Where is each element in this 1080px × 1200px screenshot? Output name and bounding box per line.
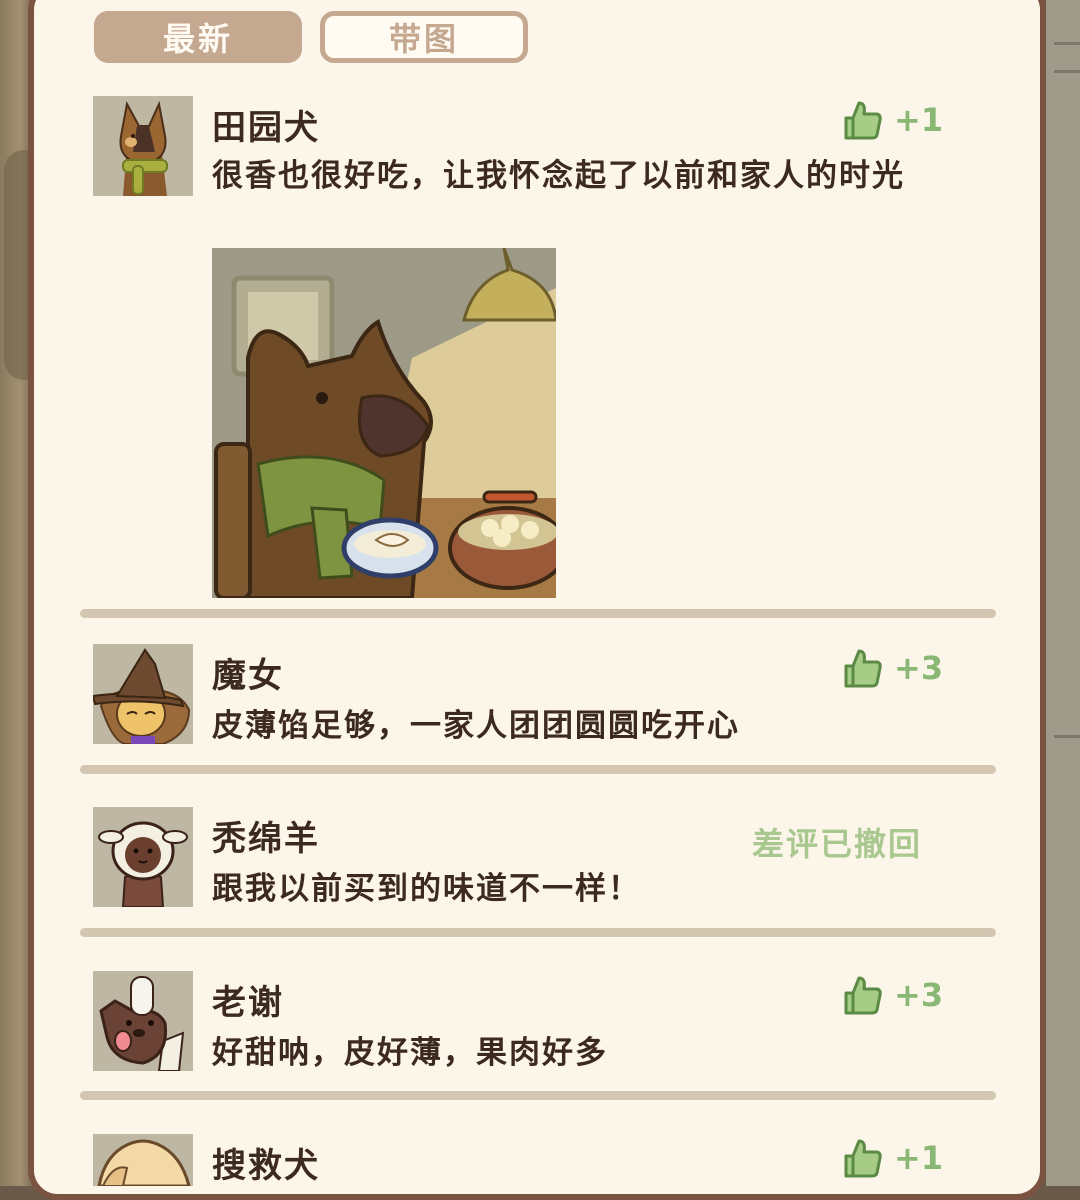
avatar-farm-dog[interactable] (93, 96, 193, 196)
reviewer-name: 搜救犬 (212, 1146, 320, 1186)
background-right (1046, 0, 1080, 1186)
avatar-chef-dog[interactable] (93, 971, 193, 1071)
tab-with-image[interactable]: 带图 (320, 11, 528, 63)
avatar-witch[interactable] (93, 644, 193, 744)
thumbs-up-icon (844, 101, 882, 140)
review-text: 很香也很好吃，让我怀念起了以前和家人的时光 (212, 158, 905, 194)
like-count: +1 (894, 101, 944, 139)
divider (80, 928, 996, 937)
like-button[interactable]: +3 (840, 646, 943, 690)
divider (80, 765, 996, 774)
thumbs-up-icon (844, 1139, 882, 1178)
divider (80, 609, 996, 618)
review-text: 跟我以前买到的味道不一样！ (212, 871, 641, 907)
tab-latest[interactable]: 最新 (94, 11, 302, 63)
avatar-rescue-dog[interactable] (93, 1134, 193, 1186)
like-count: +1 (894, 1139, 944, 1177)
like-button[interactable]: +3 (840, 973, 943, 1017)
review-photo[interactable] (212, 248, 556, 598)
like-count: +3 (894, 976, 944, 1014)
thumbs-up-icon (844, 649, 882, 688)
divider (80, 1091, 996, 1100)
retracted-status: 差评已撤回 (752, 825, 923, 863)
reviewer-name: 田园犬 (212, 108, 320, 148)
like-count: +3 (894, 649, 944, 687)
like-button[interactable]: +1 (840, 1136, 943, 1180)
thumbs-up-icon (844, 976, 882, 1015)
reviewer-name: 老谢 (212, 983, 284, 1023)
avatar-sheep[interactable] (93, 807, 193, 907)
reviewer-name: 秃绵羊 (212, 819, 320, 859)
review-text: 好甜呐，皮好薄，果肉好多 (212, 1035, 608, 1071)
reviewer-name: 魔女 (212, 656, 284, 696)
like-button[interactable]: +1 (840, 98, 943, 142)
review-text: 皮薄馅足够，一家人团团圆圆吃开心 (212, 708, 740, 744)
